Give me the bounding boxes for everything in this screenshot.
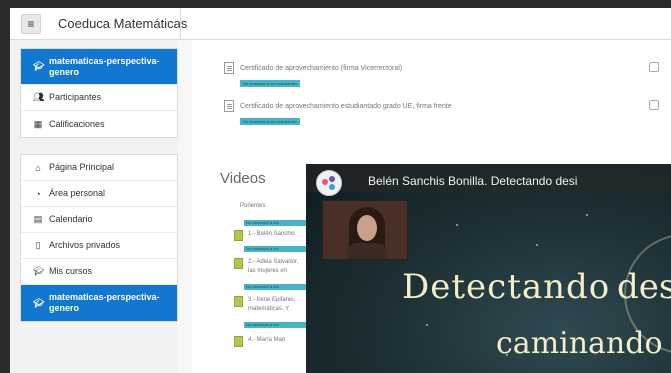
list-item-label[interactable]: 1.- Belén Sanchis: [248, 230, 295, 241]
section-title: Videos: [220, 170, 266, 187]
restriction-badge: No mostrado a los estudiantes: [240, 80, 301, 87]
document-icon: [224, 62, 234, 74]
document-icon: [224, 100, 234, 112]
sidebar-item-label: Calendario: [49, 214, 93, 224]
star-decoration: [536, 244, 538, 246]
graduation-cap-icon: 🎓︎: [33, 297, 45, 308]
activity-certificate-1[interactable]: Certificado de aprovechamiento (firma Vi…: [224, 62, 402, 74]
list-item-label[interactable]: Ponentes: [240, 202, 265, 211]
speaker-webcam: [322, 200, 408, 260]
main-nav-block: ⌂ Página Principal ◔ Área personal ▤ Cal…: [20, 154, 178, 322]
channel-logo[interactable]: [316, 170, 342, 196]
video-item[interactable]: 2.- Adela Salvador, las mujeres en: [234, 258, 304, 276]
star-decoration: [456, 224, 458, 226]
activity-link[interactable]: Certificado de aprovechamiento estudiant…: [240, 103, 452, 110]
sidebar-item-label: matematicas-perspectiva-genero: [49, 55, 160, 77]
star-decoration: [586, 214, 588, 216]
star-decoration: [426, 324, 428, 326]
list-item-label[interactable]: 3.- Irene Epifanio, matemáticas. Y: [248, 296, 304, 314]
sidebar-item-archivos-privados[interactable]: ▯ Archivos privados: [21, 233, 177, 259]
sidebar-item-label: Calificaciones: [49, 118, 105, 129]
sidebar-item-area-personal[interactable]: ◔ Área personal: [21, 181, 177, 207]
completion-checkbox[interactable]: [649, 62, 659, 72]
video-item[interactable]: 4.- María Mari: [234, 336, 285, 347]
top-navbar: ≡ Coeduca Matemáticas: [10, 8, 671, 40]
file-icon: ▯: [35, 240, 41, 250]
graduation-cap-icon: 🎓︎: [33, 61, 45, 71]
slide-text: des: [617, 267, 671, 307]
list-item-label[interactable]: 2.- Adela Salvador, las mujeres en: [248, 258, 304, 276]
sidebar-item-label: matematicas-perspectiva-genero: [49, 292, 160, 313]
sidebar-item-course[interactable]: 🎓︎ matematicas-perspectiva-genero: [21, 49, 177, 85]
video-item[interactable]: 3.- Irene Epifanio, matemáticas. Y: [234, 296, 304, 314]
home-icon: ⌂: [35, 162, 41, 173]
slide-text: caminando: [496, 326, 663, 361]
navbar-divider: [180, 8, 181, 40]
video-title[interactable]: Belén Sanchis Bonilla. Detectando desi: [368, 174, 577, 188]
sidebar-item-label: Participantes: [49, 92, 102, 102]
video-item[interactable]: Ponentes: [240, 202, 265, 211]
activity-link[interactable]: Certificado de aprovechamiento (firma Vi…: [240, 65, 402, 72]
restriction-badge: No mostrado a los estudiantes: [240, 118, 301, 125]
site-title[interactable]: Coeduca Matemáticas: [58, 16, 187, 31]
video-resource-icon: [234, 258, 243, 269]
sidebar-item-current-course[interactable]: 🎓︎ matematicas-perspectiva-genero: [21, 285, 177, 321]
sidebar-item-label: Mis cursos: [49, 266, 93, 276]
graduation-cap-icon: 🎓︎: [33, 266, 45, 276]
activity-certificate-2[interactable]: Certificado de aprovechamiento estudiant…: [224, 100, 452, 112]
list-item-label[interactable]: 4.- María Mari: [248, 336, 285, 347]
sidebar-item-pagina-principal[interactable]: ⌂ Página Principal: [21, 155, 177, 181]
video-resource-icon: [234, 296, 243, 307]
users-icon: 👥︎: [33, 92, 45, 102]
sidebar-item-label: Archivos privados: [49, 240, 121, 250]
sidebar-item-calificaciones[interactable]: ▦ Calificaciones: [21, 111, 177, 137]
calendar-icon: ▤: [33, 214, 43, 224]
course-nav-block: 🎓︎ matematicas-perspectiva-genero 👥︎ Par…: [20, 48, 178, 138]
table-icon: ▦: [33, 118, 43, 129]
hamburger-menu-button[interactable]: ≡: [21, 14, 41, 34]
sidebar-item-mis-cursos[interactable]: 🎓︎ Mis cursos: [21, 259, 177, 285]
video-item[interactable]: 1.- Belén Sanchis: [234, 230, 295, 241]
sidebar-item-participantes[interactable]: 👥︎ Participantes: [21, 85, 177, 111]
slide-text: Detectando: [402, 267, 611, 307]
dashboard-icon: ◔: [35, 188, 41, 199]
completion-checkbox[interactable]: [649, 100, 659, 110]
video-resource-icon: [234, 230, 243, 241]
sidebar-item-label: Área personal: [49, 188, 106, 198]
sidebar-item-calendario[interactable]: ▤ Calendario: [21, 207, 177, 233]
sidebar-item-label: Página Principal: [49, 162, 115, 172]
sidebar: 🎓︎ matematicas-perspectiva-genero 👥︎ Par…: [10, 40, 178, 373]
video-player[interactable]: Belén Sanchis Bonilla. Detectando desi D…: [306, 164, 671, 373]
video-resource-icon: [234, 336, 243, 347]
